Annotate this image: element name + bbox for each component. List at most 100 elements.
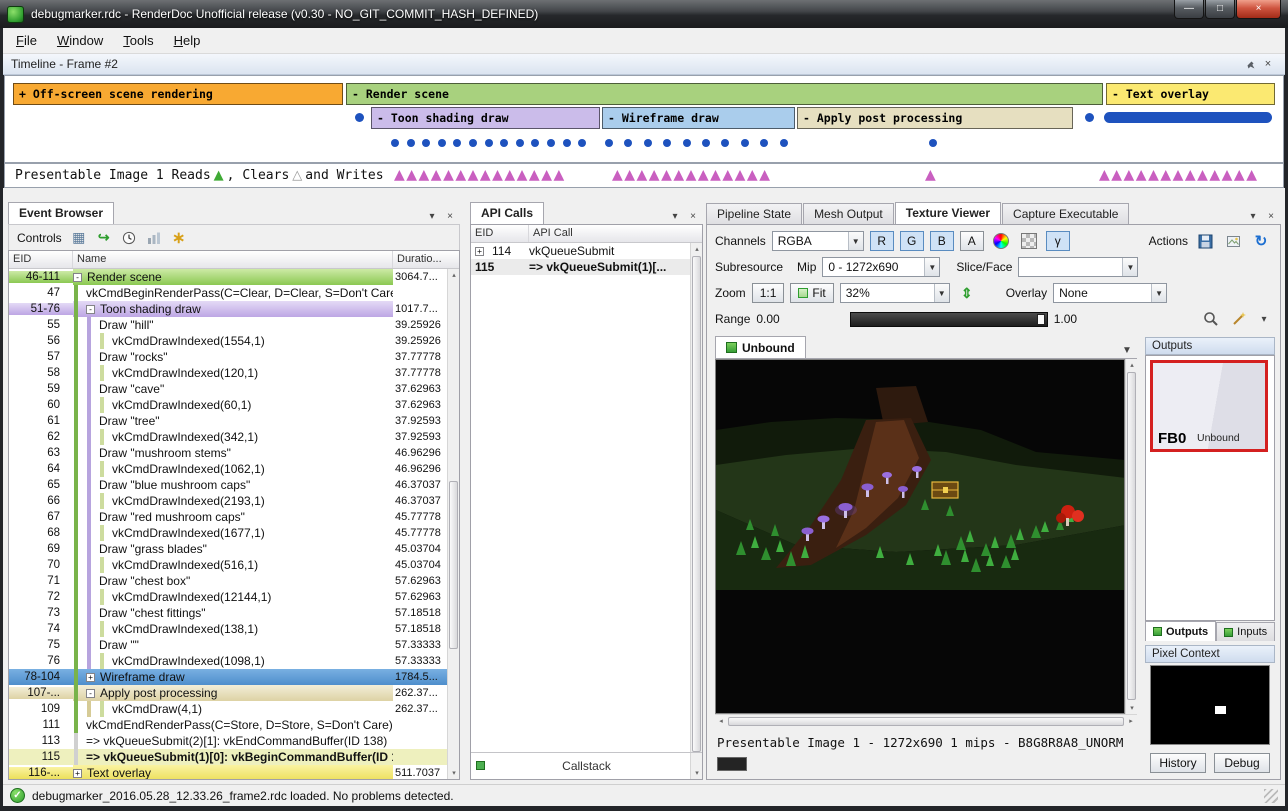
texture-horizontal-scrollbar[interactable]: ◂ ▸ bbox=[715, 714, 1137, 726]
tab-mesh-output[interactable]: Mesh Output bbox=[803, 203, 894, 224]
event-row[interactable]: 75Draw ""57.33333 bbox=[9, 637, 447, 653]
event-row[interactable]: 51-76-Toon shading draw1017.7... bbox=[9, 301, 447, 317]
event-row[interactable]: 55Draw "hill"39.25926 bbox=[9, 317, 447, 333]
save-icon[interactable] bbox=[1194, 231, 1216, 251]
timeline-marker-bar[interactable]: - Text overlay bbox=[1106, 83, 1275, 105]
event-row[interactable]: 66vkCmdDrawIndexed(2193,1)46.37037 bbox=[9, 493, 447, 509]
columns-icon[interactable]: ▦ bbox=[71, 230, 87, 246]
timeline-body[interactable]: + Off-screen scene rendering- Render sce… bbox=[4, 75, 1284, 163]
event-row[interactable]: 47vkCmdBeginRenderPass(C=Clear, D=Clear,… bbox=[9, 285, 447, 301]
tab-api-calls[interactable]: API Calls bbox=[470, 202, 544, 224]
scroll-up-icon[interactable]: ▴ bbox=[1126, 359, 1138, 371]
scroll-up-icon[interactable]: ▴ bbox=[691, 243, 703, 255]
column-eid[interactable]: EID bbox=[471, 225, 529, 242]
maximize-button[interactable]: □ bbox=[1205, 0, 1235, 19]
event-row[interactable]: 64vkCmdDrawIndexed(1062,1)46.96296 bbox=[9, 461, 447, 477]
tab-pipeline-state[interactable]: Pipeline State bbox=[706, 203, 802, 224]
callstack-label[interactable]: Callstack bbox=[471, 759, 702, 773]
timeline-marker-bar[interactable]: - Wireframe draw bbox=[602, 107, 795, 129]
event-row[interactable]: 62vkCmdDrawIndexed(342,1)37.92593 bbox=[9, 429, 447, 445]
time-durations-icon[interactable] bbox=[121, 230, 137, 246]
right-panel-tablist-icon[interactable]: ▾ bbox=[1245, 209, 1261, 224]
fb0-thumbnail[interactable]: FB0 Unbound bbox=[1150, 360, 1268, 452]
column-name[interactable]: Name bbox=[73, 251, 393, 268]
gamma-button[interactable]: γ bbox=[1046, 231, 1070, 251]
event-row[interactable]: 63Draw "mushroom stems"46.96296 bbox=[9, 445, 447, 461]
event-row[interactable]: 60vkCmdDrawIndexed(60,1)37.62963 bbox=[9, 397, 447, 413]
menu-item-help[interactable]: Help bbox=[164, 29, 211, 52]
timeline-marker-bar[interactable]: - Apply post processing bbox=[797, 107, 1073, 129]
right-panel-close-icon[interactable]: × bbox=[1263, 209, 1279, 224]
column-api-call[interactable]: API Call bbox=[529, 225, 690, 242]
menu-item-file[interactable]: File bbox=[6, 29, 47, 52]
channel-blue-button[interactable]: B bbox=[930, 231, 954, 251]
scroll-left-icon[interactable]: ◂ bbox=[715, 715, 727, 727]
event-row[interactable]: 61Draw "tree"37.92593 bbox=[9, 413, 447, 429]
timeline-close-icon[interactable]: × bbox=[1259, 56, 1277, 72]
event-row[interactable]: 57Draw "rocks"37.77778 bbox=[9, 349, 447, 365]
expander-plus-icon[interactable]: + bbox=[475, 247, 484, 256]
expander-minus-icon[interactable]: - bbox=[86, 689, 95, 698]
tab-unbound-texture[interactable]: Unbound bbox=[715, 336, 806, 358]
event-row[interactable]: 116-...+Text overlay511.7037 bbox=[9, 765, 447, 779]
api-call-row[interactable]: +114vkQueueSubmit bbox=[471, 243, 702, 259]
overlay-dropdown[interactable]: None▼ bbox=[1053, 283, 1167, 303]
event-row[interactable]: 109vkCmdDraw(4,1)262.37... bbox=[9, 701, 447, 717]
texture-tablist-icon[interactable]: ▼ bbox=[1119, 343, 1135, 358]
event-row[interactable]: 71Draw "chest box"57.62963 bbox=[9, 573, 447, 589]
tab-texture-viewer[interactable]: Texture Viewer bbox=[895, 202, 1001, 224]
event-row[interactable]: 111vkCmdEndRenderPass(C=Store, D=Store, … bbox=[9, 717, 447, 733]
fit-button[interactable]: Fit bbox=[790, 283, 833, 303]
event-row[interactable]: 58vkCmdDrawIndexed(120,1)37.77778 bbox=[9, 365, 447, 381]
event-row[interactable]: 113=> vkQueueSubmit(2)[1]: vkEndCommandB… bbox=[9, 733, 447, 749]
callstack-divider[interactable] bbox=[471, 752, 702, 753]
export-image-icon[interactable] bbox=[1222, 231, 1244, 251]
timeline-marker-bar[interactable]: + Off-screen scene rendering bbox=[13, 83, 343, 105]
event-row[interactable]: 107-...-Apply post processing262.37... bbox=[9, 685, 447, 701]
event-row[interactable]: 115=> vkQueueSubmit(1)[0]: vkBeginComman… bbox=[9, 749, 447, 765]
event-browser-scrollbar[interactable]: ▴ ▾ bbox=[447, 269, 459, 779]
event-row[interactable]: 74vkCmdDrawIndexed(138,1)57.18518 bbox=[9, 621, 447, 637]
scrollbar-thumb[interactable] bbox=[728, 717, 1124, 726]
flip-y-icon[interactable]: ⇕ bbox=[956, 283, 978, 303]
title-bar[interactable]: debugmarker.rdc - RenderDoc Unofficial r… bbox=[0, 0, 1288, 28]
event-row[interactable]: 73Draw "chest fittings"57.18518 bbox=[9, 605, 447, 621]
event-row[interactable]: 76vkCmdDrawIndexed(1098,1)57.33333 bbox=[9, 653, 447, 669]
tab-inputs[interactable]: Inputs bbox=[1216, 622, 1275, 641]
pixel-history-wand-icon[interactable] bbox=[1228, 309, 1250, 329]
event-browser-close-icon[interactable]: × bbox=[442, 209, 458, 224]
scrollbar-thumb[interactable] bbox=[1127, 372, 1136, 700]
menu-item-window[interactable]: Window bbox=[47, 29, 113, 52]
history-button[interactable]: History bbox=[1150, 753, 1206, 773]
event-row[interactable]: 72vkCmdDrawIndexed(12144,1)57.62963 bbox=[9, 589, 447, 605]
minimize-button[interactable]: — bbox=[1174, 0, 1204, 19]
timeline-marker-bar[interactable]: - Toon shading draw bbox=[371, 107, 600, 129]
event-row[interactable]: 70vkCmdDrawIndexed(516,1)45.03704 bbox=[9, 557, 447, 573]
menu-item-tools[interactable]: Tools bbox=[113, 29, 163, 52]
tab-outputs[interactable]: Outputs bbox=[1145, 621, 1216, 641]
expander-minus-icon[interactable]: - bbox=[86, 305, 95, 314]
event-row[interactable]: 67Draw "red mushroom caps"45.77778 bbox=[9, 509, 447, 525]
column-duration[interactable]: Duratio... bbox=[393, 251, 447, 268]
scroll-down-icon[interactable]: ▾ bbox=[1126, 702, 1138, 714]
channel-green-button[interactable]: G bbox=[900, 231, 924, 251]
range-slider[interactable] bbox=[850, 312, 1048, 327]
event-row[interactable]: 68vkCmdDrawIndexed(1677,1)45.77778 bbox=[9, 525, 447, 541]
channel-red-button[interactable]: R bbox=[870, 231, 894, 251]
zoom-dropdown[interactable]: 32%▼ bbox=[840, 283, 950, 303]
event-browser-tablist-icon[interactable]: ▾ bbox=[424, 209, 440, 224]
goto-eid-icon[interactable]: ↪ bbox=[96, 230, 112, 246]
timeline-marker-bar[interactable]: - Render scene bbox=[346, 83, 1103, 105]
texture-vertical-scrollbar[interactable]: ▴ ▾ bbox=[1125, 359, 1137, 714]
scroll-up-icon[interactable]: ▴ bbox=[448, 269, 460, 281]
checkerboard-icon[interactable] bbox=[1018, 231, 1040, 251]
debug-button[interactable]: Debug bbox=[1214, 753, 1270, 773]
slice-face-dropdown[interactable]: ▼ bbox=[1018, 257, 1138, 277]
scroll-down-icon[interactable]: ▾ bbox=[448, 767, 460, 779]
expander-plus-icon[interactable]: + bbox=[73, 769, 82, 778]
event-row[interactable]: 78-104+Wireframe draw1784.5... bbox=[9, 669, 447, 685]
refresh-icon[interactable]: ↻ bbox=[1250, 231, 1272, 251]
event-row[interactable]: 59Draw "cave"37.62963 bbox=[9, 381, 447, 397]
range-slider-handle[interactable] bbox=[1037, 314, 1045, 325]
expander-minus-icon[interactable]: - bbox=[73, 273, 82, 282]
